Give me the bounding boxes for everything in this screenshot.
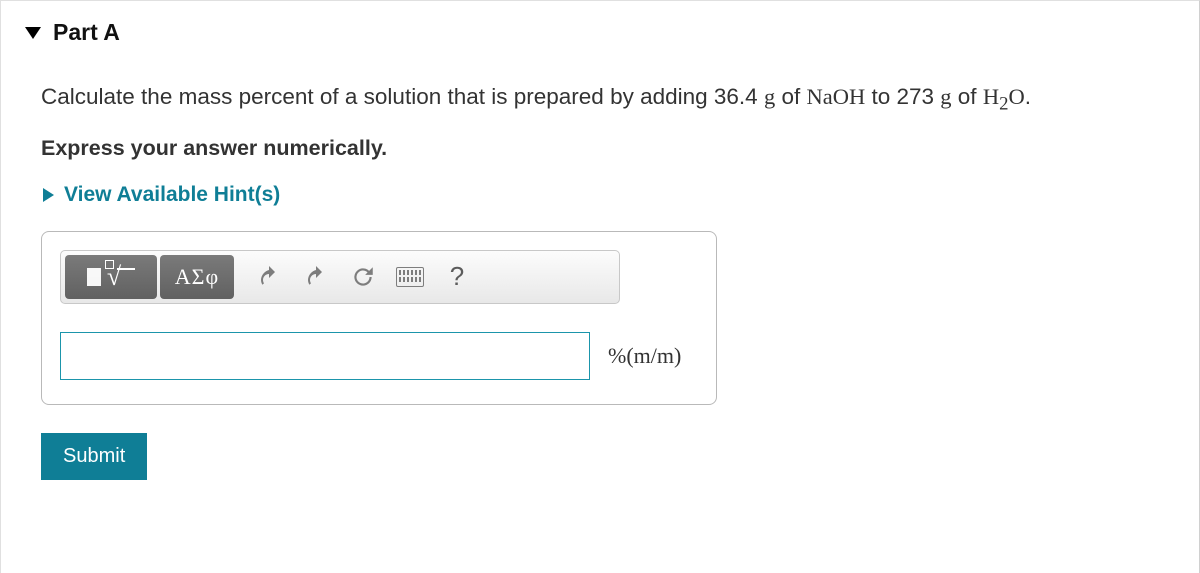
- chem-o: O: [1008, 84, 1024, 109]
- hints-label: View Available Hint(s): [64, 183, 280, 207]
- greek-symbols-button[interactable]: ΑΣφ: [160, 255, 234, 299]
- equation-toolbar: √ ΑΣφ ?: [60, 250, 620, 304]
- undo-button[interactable]: [247, 255, 291, 299]
- collapse-icon: [25, 27, 41, 39]
- part-body: Calculate the mass percent of a solution…: [1, 84, 1199, 480]
- keyboard-icon: [396, 267, 424, 287]
- question-of2: of: [952, 84, 983, 109]
- question-text: Calculate the mass percent of a solution…: [41, 84, 1159, 116]
- answer-row: %(m/m): [60, 332, 698, 380]
- chem-h: H: [983, 84, 999, 109]
- redo-button[interactable]: [294, 255, 338, 299]
- view-hints-toggle[interactable]: View Available Hint(s): [41, 183, 1159, 207]
- redo-icon: [303, 265, 329, 289]
- question-prefix: Calculate the mass percent of a solution…: [41, 84, 764, 109]
- keyboard-button[interactable]: [388, 255, 432, 299]
- answer-instruction: Express your answer numerically.: [41, 136, 1159, 161]
- reset-icon: [350, 264, 376, 290]
- answer-unit: %(m/m): [608, 343, 681, 369]
- help-icon: ?: [450, 261, 464, 292]
- unit-g-1: g: [764, 84, 775, 109]
- equation-templates-icon: √: [87, 264, 135, 290]
- answer-input[interactable]: [60, 332, 590, 380]
- undo-icon: [256, 265, 282, 289]
- help-button[interactable]: ?: [435, 255, 479, 299]
- question-page: Part A Calculate the mass percent of a s…: [0, 0, 1200, 573]
- reset-button[interactable]: [341, 255, 385, 299]
- greek-symbols-icon: ΑΣφ: [175, 264, 219, 290]
- unit-g-2: g: [940, 84, 951, 109]
- answer-panel: √ ΑΣφ ?: [41, 231, 717, 405]
- expand-icon: [43, 188, 54, 202]
- equation-templates-button[interactable]: √: [65, 255, 157, 299]
- question-period: .: [1025, 84, 1031, 109]
- submit-button[interactable]: Submit: [41, 433, 147, 480]
- question-of1: of: [775, 84, 806, 109]
- chem-naoh: NaOH: [806, 84, 865, 109]
- part-header[interactable]: Part A: [1, 19, 1199, 46]
- question-mid: to 273: [865, 84, 940, 109]
- chem-h2o: H2O: [983, 84, 1025, 109]
- part-title: Part A: [53, 19, 120, 46]
- submit-label: Submit: [63, 445, 125, 467]
